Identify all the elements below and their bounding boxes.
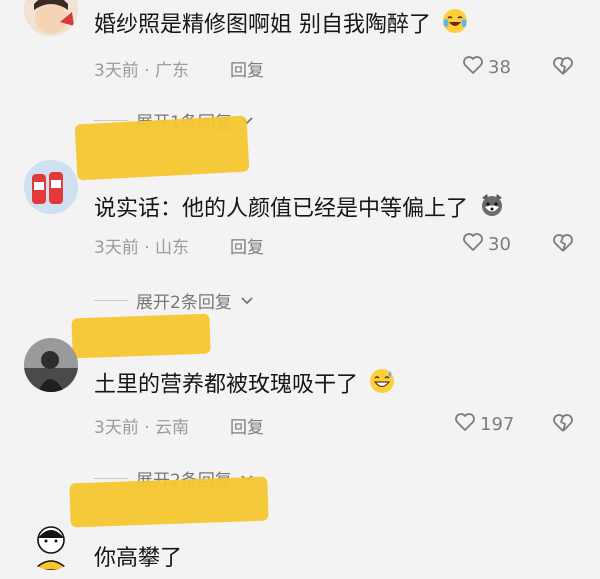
divider-line <box>94 478 128 479</box>
comment-text: 你高攀了 <box>94 546 183 571</box>
like-count: 38 <box>488 57 511 78</box>
broken-heart-icon <box>552 57 574 80</box>
avatar[interactable] <box>24 160 78 214</box>
comment-text: 婚纱照是精修图啊姐 别自我陶醉了 <box>94 8 468 43</box>
dislike-button[interactable] <box>552 413 574 437</box>
comment-text: 土里的营养都被玫瑰吸干了 <box>94 368 395 403</box>
laughing-tears-emoji <box>442 8 468 43</box>
like-count: 197 <box>480 414 515 435</box>
reply-button[interactable]: 回复 <box>230 413 264 438</box>
heart-icon <box>462 55 484 80</box>
expand-replies[interactable]: 展开2条回复 <box>94 288 254 313</box>
like-button[interactable]: 197 <box>454 412 514 437</box>
username-redaction <box>71 313 211 359</box>
dislike-button[interactable] <box>552 233 574 257</box>
dislike-button[interactable] <box>552 56 574 80</box>
heart-icon <box>454 412 476 437</box>
reply-button[interactable]: 回复 <box>230 233 264 258</box>
grinning-sweat-emoji <box>369 368 395 403</box>
like-count: 30 <box>488 234 511 255</box>
broken-heart-icon <box>552 414 574 437</box>
avatar[interactable] <box>24 338 78 392</box>
broken-heart-icon <box>552 234 574 257</box>
username-redaction <box>69 476 269 528</box>
husky-dog-emoji <box>479 192 505 227</box>
comment-text: 说实话：他的人颜值已经是中等偏上了 <box>94 192 505 227</box>
comment-meta: 3天前 · 山东 <box>94 238 190 258</box>
divider-line <box>94 120 128 121</box>
reply-button[interactable]: 回复 <box>230 56 264 81</box>
like-button[interactable]: 38 <box>462 55 511 80</box>
chevron-down-icon <box>240 291 254 311</box>
avatar[interactable] <box>24 0 78 36</box>
comment-meta: 3天前 · 广东 <box>94 61 190 81</box>
comment-meta: 3天前 · 云南 <box>94 418 190 438</box>
avatar[interactable] <box>24 516 78 570</box>
username-redaction <box>74 115 250 181</box>
divider-line <box>94 300 128 301</box>
like-button[interactable]: 30 <box>462 232 511 257</box>
heart-icon <box>462 232 484 257</box>
